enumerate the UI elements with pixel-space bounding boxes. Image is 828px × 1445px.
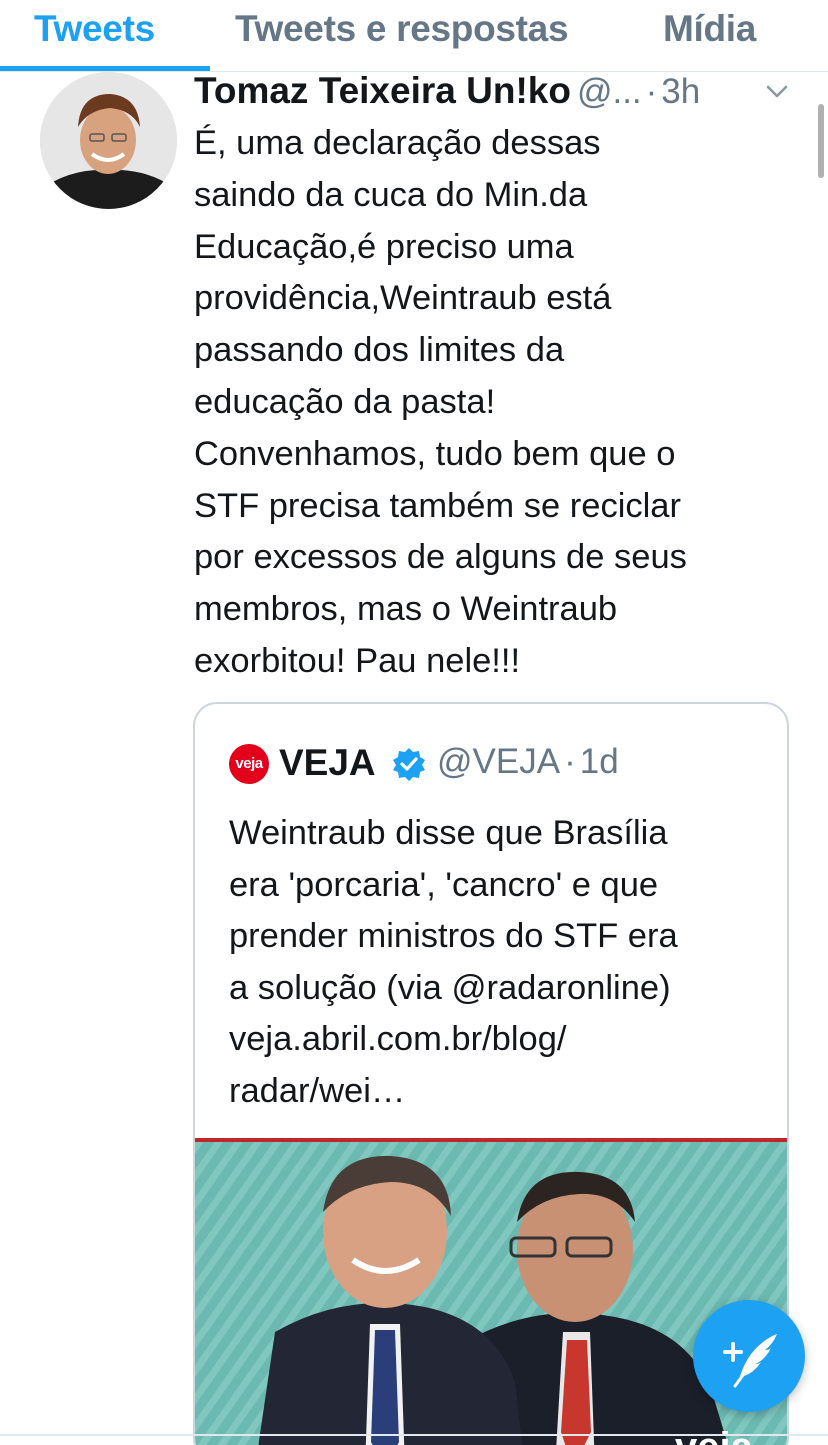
quoted-tweet-text: Weintraub disse que Brasília era 'porcar… — [229, 814, 678, 1110]
veja-avatar[interactable]: veja — [229, 744, 269, 784]
bottom-divider — [0, 1434, 828, 1436]
author-avatar[interactable] — [40, 72, 177, 209]
quoted-author-handle[interactable]: @VEJA — [437, 742, 560, 781]
quoted-meta-separator: · — [564, 742, 576, 781]
tweet-header: Tomaz Teixeira Un!ko @... · 3h — [194, 70, 794, 114]
tab-tweets-and-replies[interactable]: Tweets e respostas — [235, 8, 569, 50]
quoted-meta: @VEJA · 1d — [437, 742, 619, 782]
profile-tabs: Tweets Tweets e respostas Mídia — [0, 0, 828, 72]
chevron-down-icon[interactable] — [764, 78, 790, 104]
tweet-timestamp[interactable]: 3h — [661, 72, 700, 111]
quoted-author-name[interactable]: VEJA — [279, 742, 376, 784]
meta-separator: · — [645, 72, 658, 111]
tab-media[interactable]: Mídia — [663, 8, 756, 50]
quoted-timestamp[interactable]: 1d — [580, 742, 619, 781]
active-tab-indicator — [0, 66, 210, 71]
author-name[interactable]: Tomaz Teixeira Un!ko — [194, 70, 571, 111]
author-handle[interactable]: @... — [577, 72, 642, 111]
tweet-text: É, uma declaração dessas saindo da cuca … — [194, 124, 687, 680]
verified-badge-icon — [393, 748, 425, 781]
tab-tweets[interactable]: Tweets — [34, 8, 155, 50]
scrollbar[interactable] — [818, 104, 824, 178]
compose-tweet-button[interactable] — [693, 1300, 805, 1412]
compose-tweet-icon — [723, 1334, 777, 1388]
